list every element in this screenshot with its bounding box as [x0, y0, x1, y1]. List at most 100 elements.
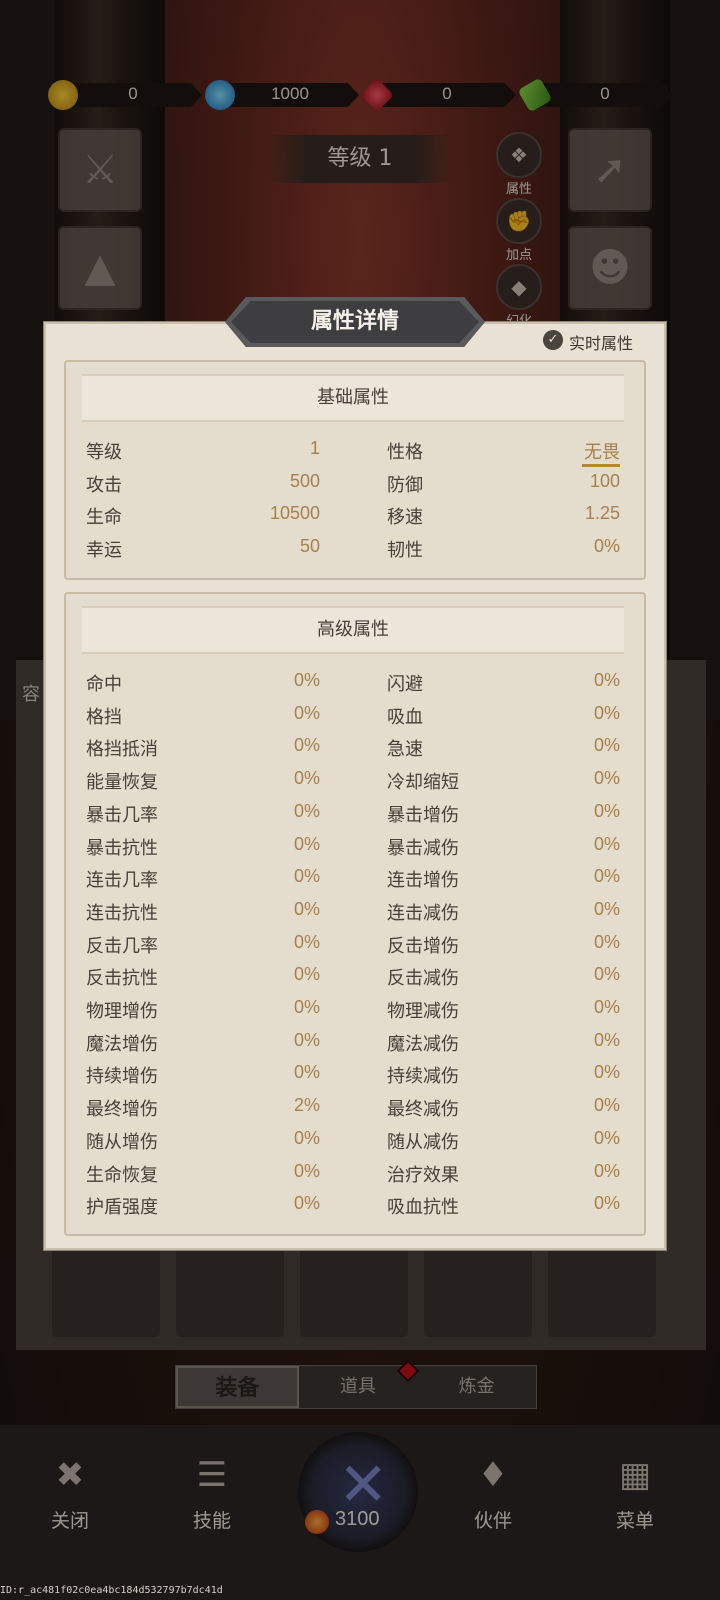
attribute-label: 魔法减伤: [387, 1033, 459, 1055]
attribute-value: 0%: [593, 670, 620, 690]
attribute-row: 最终增伤 2% 最终减伤 0%: [0, 1095, 720, 1125]
attribute-value: 10500: [269, 503, 320, 524]
attribute-row: 暴击抗性 0% 暴击减伤 0%: [0, 834, 720, 864]
attribute-value: 0%: [293, 768, 320, 789]
attribute-row: 能量恢复 0% 冷却缩短 0%: [0, 768, 720, 798]
attribute-value: 0%: [293, 800, 320, 821]
attribute-value: 0%: [293, 1160, 320, 1181]
attribute-value: 0%: [293, 931, 320, 952]
attribute-row: 连击几率 0% 连击增伤 0%: [0, 866, 720, 896]
attribute-label: 魔法增伤: [86, 1033, 158, 1055]
attribute-label: 连击减伤: [387, 902, 459, 924]
personality-value[interactable]: 无畏: [520, 438, 620, 464]
attribute-label: 急速: [387, 739, 423, 761]
attribute-value: 0%: [593, 1127, 620, 1148]
attribute-row: 攻击 500 防御 100: [0, 471, 720, 501]
attribute-row: 暴击几率 0% 暴击增伤 0%: [0, 801, 720, 831]
attribute-value: 0%: [293, 1029, 320, 1050]
attribute-value: 0%: [593, 931, 620, 952]
attribute-label: 性格: [387, 442, 423, 463]
attribute-label: 防御: [387, 474, 423, 496]
attribute-value: 0%: [593, 1095, 620, 1116]
attribute-label: 反击增伤: [387, 935, 459, 957]
attribute-value: 0%: [293, 866, 320, 887]
attribute-label: 闪避: [387, 674, 423, 695]
attribute-row: 反击几率 0% 反击增伤 0%: [0, 932, 720, 962]
attribute-label: 吸血: [387, 706, 423, 728]
attribute-label: 连击几率: [86, 870, 158, 892]
attribute-value: 0%: [593, 536, 620, 557]
attribute-label: 生命恢复: [86, 1164, 158, 1186]
attribute-row: 魔法增伤 0% 魔法减伤 0%: [0, 1030, 720, 1060]
attribute-value: 0%: [293, 964, 320, 985]
attribute-row: 物理增伤 0% 物理减伤 0%: [0, 997, 720, 1027]
attribute-value: 0%: [293, 1062, 320, 1083]
attribute-row: 生命恢复 0% 治疗效果 0%: [0, 1161, 720, 1191]
attribute-value: 1: [309, 438, 320, 458]
attribute-value: 0%: [293, 833, 320, 854]
attribute-value: 0%: [593, 768, 620, 789]
attribute-value: 0%: [593, 1062, 620, 1083]
attribute-label: 格挡: [86, 706, 122, 728]
attribute-value: 0%: [293, 1127, 320, 1148]
attribute-value: 0%: [593, 702, 620, 723]
attribute-label: 随从增伤: [86, 1131, 158, 1153]
panel-title: 属性详情: [310, 309, 399, 334]
attribute-label: 攻击: [86, 474, 122, 496]
attribute-value: 0%: [593, 1029, 620, 1050]
attribute-label: 吸血抗性: [387, 1197, 459, 1219]
attribute-row: 格挡 0% 吸血 0%: [0, 703, 720, 733]
attribute-row: 格挡抵消 0% 急速 0%: [0, 735, 720, 765]
attribute-value: 0%: [593, 866, 620, 887]
attribute-value: 0%: [593, 997, 620, 1017]
attribute-row: 反击抗性 0% 反击减伤 0%: [0, 964, 720, 994]
attribute-value: 0%: [293, 997, 320, 1017]
attribute-label: 韧性: [387, 540, 423, 562]
attribute-value: 0%: [293, 702, 320, 723]
attribute-value: 0%: [593, 800, 620, 821]
realtime-toggle[interactable]: ✓ 实时属性: [543, 330, 653, 353]
attribute-label: 冷却缩短: [387, 772, 459, 794]
basic-attributes-header: 基础属性: [82, 374, 624, 422]
attribute-value: 0%: [293, 1193, 320, 1214]
attribute-label: 连击抗性: [86, 902, 158, 924]
attribute-label: 反击减伤: [387, 968, 459, 990]
attribute-value: 0%: [293, 898, 320, 919]
attribute-row: 护盾强度 0% 吸血抗性 0%: [0, 1193, 720, 1223]
attribute-label: 随从减伤: [387, 1131, 459, 1153]
attribute-label: 物理减伤: [387, 1001, 459, 1022]
attribute-row: 幸运 50 韧性 0%: [0, 536, 720, 566]
attribute-value: 100: [589, 470, 620, 491]
attribute-row: 连击抗性 0% 连击减伤 0%: [0, 899, 720, 929]
attribute-value: 0%: [593, 833, 620, 854]
realtime-label: 实时属性: [569, 334, 634, 353]
attribute-label: 暴击几率: [86, 804, 158, 826]
attribute-value: 500: [289, 470, 320, 491]
attribute-label: 幸运: [86, 540, 122, 562]
attribute-label: 连击增伤: [387, 870, 459, 892]
attribute-value: 0%: [593, 1193, 620, 1214]
check-icon: ✓: [543, 330, 563, 350]
attribute-value: 1.25: [584, 503, 620, 524]
attribute-value: 50: [299, 536, 320, 557]
attribute-value: 0%: [593, 964, 620, 985]
attribute-value: 0%: [593, 735, 620, 756]
attribute-label: 最终减伤: [387, 1099, 459, 1121]
attribute-label: 暴击减伤: [387, 837, 459, 859]
attribute-row: 命中 0% 闪避 0%: [0, 670, 720, 700]
advanced-attributes-header: 高级属性: [82, 606, 624, 654]
attribute-label: 命中: [86, 674, 122, 695]
attribute-value: 0%: [593, 898, 620, 919]
attribute-label: 物理增伤: [86, 1001, 158, 1022]
attribute-value: 0%: [293, 670, 320, 690]
attribute-row: 等级 1 性格 无畏: [0, 438, 720, 468]
attribute-label: 格挡抵消: [86, 739, 158, 761]
attribute-label: 持续减伤: [387, 1066, 459, 1088]
attribute-label: 最终增伤: [86, 1099, 158, 1121]
attribute-label: 移速: [387, 507, 423, 529]
attribute-value: 0%: [593, 1160, 620, 1181]
attribute-label: 暴击增伤: [387, 804, 459, 826]
attribute-label: 治疗效果: [387, 1164, 459, 1186]
device-id: ID:r_ac481f02c0ea4bc184d532797b7dc41d: [0, 1585, 223, 1596]
attribute-row: 生命 10500 移速 1.25: [0, 503, 720, 533]
